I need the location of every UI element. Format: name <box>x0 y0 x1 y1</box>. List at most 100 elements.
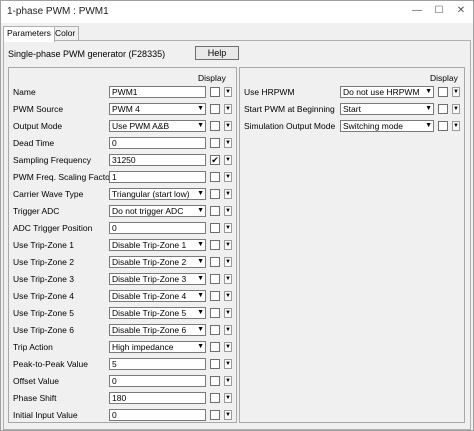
dropdown-output-mode[interactable]: Use PWM A&B ▼ <box>109 120 206 132</box>
tab-parameters[interactable]: Parameters <box>3 26 55 42</box>
display-checkbox-use-trip-zone-6[interactable] <box>210 325 220 335</box>
input-pwm-freq-scaling-factor[interactable]: 1 <box>109 171 206 183</box>
value-sampling-frequency: 31250 <box>112 155 136 165</box>
display-checkbox-use-trip-zone-3[interactable] <box>210 274 220 284</box>
display-checkbox-peak-to-peak-value[interactable] <box>210 359 220 369</box>
dropdown-simulation-output-mode[interactable]: Switching mode ▼ <box>340 120 434 132</box>
display-options-dropdown-pwm-freq-scaling-factor[interactable]: ▼ <box>224 172 232 182</box>
display-checkbox-carrier-wave-type[interactable] <box>210 189 220 199</box>
display-checkbox-use-trip-zone-5[interactable] <box>210 308 220 318</box>
display-options-dropdown-peak-to-peak-value[interactable]: ▼ <box>224 359 232 369</box>
value-pwm-source: PWM 4 <box>112 104 140 114</box>
dropdown-use-trip-zone-6[interactable]: Disable Trip-Zone 6 ▼ <box>109 324 206 336</box>
display-options-dropdown-use-hrpwm[interactable]: ▼ <box>452 87 460 97</box>
label-name: Name <box>13 87 36 97</box>
chevron-down-icon: ▼ <box>225 123 231 129</box>
display-options-dropdown-start-pwm-at-beginning[interactable]: ▼ <box>452 104 460 114</box>
display-checkbox-name[interactable] <box>210 87 220 97</box>
display-checkbox-pwm-freq-scaling-factor[interactable] <box>210 172 220 182</box>
display-options-dropdown-use-trip-zone-3[interactable]: ▼ <box>224 274 232 284</box>
chevron-down-icon: ▼ <box>225 140 231 146</box>
display-checkbox-simulation-output-mode[interactable] <box>438 121 448 131</box>
display-options-dropdown-carrier-wave-type[interactable]: ▼ <box>224 189 232 199</box>
dropdown-start-pwm-at-beginning[interactable]: Start ▼ <box>340 103 434 115</box>
chevron-down-icon: ▼ <box>225 157 231 163</box>
display-options-dropdown-offset-value[interactable]: ▼ <box>224 376 232 386</box>
chevron-down-icon: ▼ <box>197 190 204 197</box>
dropdown-pwm-source[interactable]: PWM 4 ▼ <box>109 103 206 115</box>
display-checkbox-start-pwm-at-beginning[interactable] <box>438 104 448 114</box>
display-options-dropdown-adc-trigger-position[interactable]: ▼ <box>224 223 232 233</box>
display-checkbox-output-mode[interactable] <box>210 121 220 131</box>
display-options-dropdown-phase-shift[interactable]: ▼ <box>224 393 232 403</box>
dropdown-use-trip-zone-2[interactable]: Disable Trip-Zone 2 ▼ <box>109 256 206 268</box>
chevron-down-icon: ▼ <box>225 293 231 299</box>
input-dead-time[interactable]: 0 <box>109 137 206 149</box>
display-options-dropdown-name[interactable]: ▼ <box>224 87 232 97</box>
input-sampling-frequency[interactable]: 31250 <box>109 154 206 166</box>
dropdown-trigger-adc[interactable]: Do not trigger ADC ▼ <box>109 205 206 217</box>
chevron-down-icon: ▼ <box>225 208 231 214</box>
display-checkbox-phase-shift[interactable] <box>210 393 220 403</box>
checkmark-icon: ✔ <box>211 155 219 165</box>
display-checkbox-trigger-adc[interactable] <box>210 206 220 216</box>
maximize-button[interactable]: ☐ <box>429 3 449 19</box>
display-options-dropdown-output-mode[interactable]: ▼ <box>224 121 232 131</box>
display-options-dropdown-use-trip-zone-6[interactable]: ▼ <box>224 325 232 335</box>
chevron-down-icon: ▼ <box>197 241 204 248</box>
label-use-trip-zone-1: Use Trip-Zone 1 <box>13 240 74 250</box>
display-checkbox-initial-input-value[interactable] <box>210 410 220 420</box>
title-bar: 1-phase PWM : PWM1 — ☐ ✕ <box>1 1 473 23</box>
input-name[interactable]: PWM1 <box>109 86 206 98</box>
dropdown-use-trip-zone-5[interactable]: Disable Trip-Zone 5 ▼ <box>109 307 206 319</box>
label-peak-to-peak-value: Peak-to-Peak Value <box>13 359 88 369</box>
label-output-mode: Output Mode <box>13 121 63 131</box>
display-checkbox-use-trip-zone-4[interactable] <box>210 291 220 301</box>
input-peak-to-peak-value[interactable]: 5 <box>109 358 206 370</box>
chevron-down-icon: ▼ <box>225 191 231 197</box>
chevron-down-icon: ▼ <box>425 88 432 95</box>
display-checkbox-use-trip-zone-1[interactable] <box>210 240 220 250</box>
display-options-dropdown-use-trip-zone-1[interactable]: ▼ <box>224 240 232 250</box>
display-options-dropdown-simulation-output-mode[interactable]: ▼ <box>452 121 460 131</box>
display-checkbox-offset-value[interactable] <box>210 376 220 386</box>
input-adc-trigger-position[interactable]: 0 <box>109 222 206 234</box>
display-checkbox-use-hrpwm[interactable] <box>438 87 448 97</box>
input-offset-value[interactable]: 0 <box>109 375 206 387</box>
input-initial-input-value[interactable]: 0 <box>109 409 206 421</box>
chevron-down-icon: ▼ <box>225 378 231 384</box>
display-options-dropdown-trigger-adc[interactable]: ▼ <box>224 206 232 216</box>
display-options-dropdown-pwm-source[interactable]: ▼ <box>224 104 232 114</box>
chevron-down-icon: ▼ <box>197 343 204 350</box>
dropdown-trip-action[interactable]: High impedance ▼ <box>109 341 206 353</box>
display-checkbox-trip-action[interactable] <box>210 342 220 352</box>
display-checkbox-use-trip-zone-2[interactable] <box>210 257 220 267</box>
chevron-down-icon: ▼ <box>225 276 231 282</box>
display-options-dropdown-use-trip-zone-4[interactable]: ▼ <box>224 291 232 301</box>
dropdown-use-hrpwm[interactable]: Do not use HRPWM ▼ <box>340 86 434 98</box>
display-options-dropdown-use-trip-zone-2[interactable]: ▼ <box>224 257 232 267</box>
dropdown-use-trip-zone-4[interactable]: Disable Trip-Zone 4 ▼ <box>109 290 206 302</box>
display-options-dropdown-initial-input-value[interactable]: ▼ <box>224 410 232 420</box>
dropdown-use-trip-zone-3[interactable]: Disable Trip-Zone 3 ▼ <box>109 273 206 285</box>
dropdown-carrier-wave-type[interactable]: Triangular (start low) ▼ <box>109 188 206 200</box>
display-options-dropdown-sampling-frequency[interactable]: ▼ <box>224 155 232 165</box>
input-phase-shift[interactable]: 180 <box>109 392 206 404</box>
right-parameter-group: Display Use HRPWM Do not use HRPWM ▼ ▼ Start… <box>239 67 465 423</box>
display-options-dropdown-trip-action[interactable]: ▼ <box>224 342 232 352</box>
value-use-trip-zone-4: Disable Trip-Zone 4 <box>112 291 187 301</box>
display-checkbox-dead-time[interactable] <box>210 138 220 148</box>
display-checkbox-sampling-frequency[interactable]: ✔ <box>210 155 220 165</box>
display-checkbox-adc-trigger-position[interactable] <box>210 223 220 233</box>
value-start-pwm-at-beginning: Start <box>343 104 361 114</box>
minimize-button[interactable]: — <box>407 3 427 19</box>
display-options-dropdown-dead-time[interactable]: ▼ <box>224 138 232 148</box>
close-button[interactable]: ✕ <box>451 3 471 19</box>
display-options-dropdown-use-trip-zone-5[interactable]: ▼ <box>224 308 232 318</box>
help-button[interactable]: Help <box>195 46 239 60</box>
chevron-down-icon: ▼ <box>225 225 231 231</box>
value-adc-trigger-position: 0 <box>112 223 117 233</box>
display-checkbox-pwm-source[interactable] <box>210 104 220 114</box>
tab-color[interactable]: Color <box>51 26 80 41</box>
dropdown-use-trip-zone-1[interactable]: Disable Trip-Zone 1 ▼ <box>109 239 206 251</box>
